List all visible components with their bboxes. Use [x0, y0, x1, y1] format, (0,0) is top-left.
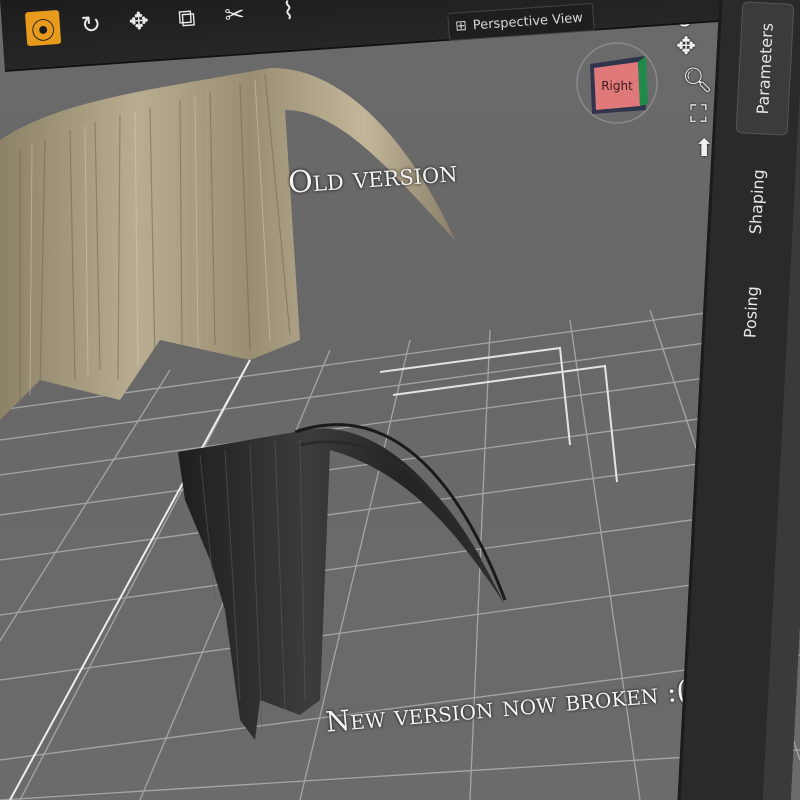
translate-tool-icon[interactable]: ✥ [121, 3, 157, 39]
grid-view-icon: ⊞ [454, 17, 468, 35]
old-hair-mesh [0, 67, 455, 421]
tab-parameters[interactable]: Parameters [735, 1, 795, 136]
joint-editor-icon[interactable]: ✂ [216, 0, 252, 33]
daz-studio-window: Right ⟲ ✥ 🔍︎ ⛶ ⬆ Old version New version… [0, 0, 800, 800]
pan-icon[interactable]: ✥ [676, 32, 696, 60]
universal-tool-icon[interactable]: ⦿ [24, 9, 62, 47]
tab-posing[interactable]: Posing [724, 271, 778, 354]
rotate-tool-icon[interactable]: ↻ [73, 7, 109, 43]
navigation-cube[interactable]: Right [572, 38, 662, 128]
nav-cube-face-label: Right [601, 79, 633, 93]
frame-icon[interactable]: ⛶ [690, 100, 707, 128]
scene-tool-icon[interactable]: ⌇ [270, 0, 306, 29]
bounding-box-guides [379, 346, 618, 483]
view-selector-label: Perspective View [472, 10, 584, 33]
grid-center-line [9, 359, 251, 800]
new-hair-mesh [178, 423, 507, 740]
tab-shaping[interactable]: Shaping [729, 151, 784, 253]
nav-cube-icon[interactable]: Right [572, 38, 662, 128]
3d-viewport[interactable]: Right ⟲ ✥ 🔍︎ ⛶ ⬆ Old version New version… [0, 0, 800, 800]
zoom-icon[interactable]: 🔍︎ [682, 66, 712, 94]
scale-tool-icon[interactable]: ⧉ [169, 0, 205, 36]
